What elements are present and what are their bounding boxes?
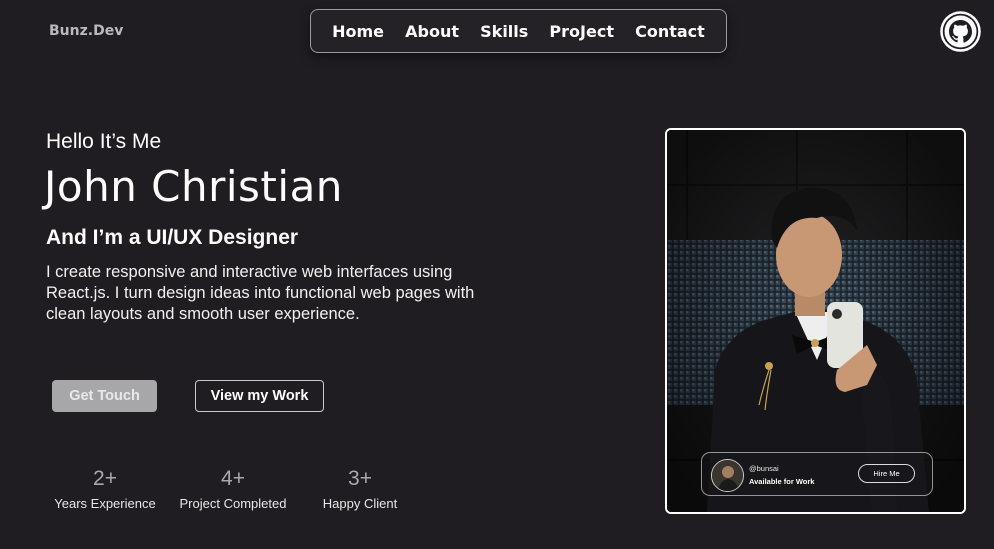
get-touch-button[interactable]: Get Touch <box>52 380 157 412</box>
stat-value: 2+ <box>93 467 117 490</box>
nav-skills[interactable]: Skills <box>480 22 528 41</box>
profile-card: @bunsai Available for Work Hire Me <box>701 452 933 496</box>
main-nav: Home About Skills ProJect Contact <box>310 9 727 53</box>
stat-value: 4+ <box>221 467 245 490</box>
profile-photo: @bunsai Available for Work Hire Me <box>665 128 966 514</box>
stat-label: Happy Client <box>322 496 398 511</box>
hero-greeting: Hello It’s Me <box>46 130 162 153</box>
stat-projects: 4+ Project Completed <box>176 467 290 511</box>
avatar <box>711 459 744 492</box>
stat-years: 2+ Years Experience <box>52 467 158 511</box>
nav-home[interactable]: Home <box>332 22 384 41</box>
hero-role: And I’m a UI/UX Designer <box>46 226 299 249</box>
stat-clients: 3+ Happy Client <box>320 467 400 511</box>
view-work-button[interactable]: View my Work <box>195 380 324 412</box>
stat-value: 3+ <box>348 467 372 490</box>
brand-logo[interactable]: Bunz.Dev <box>49 23 123 39</box>
github-icon[interactable] <box>940 11 981 52</box>
nav-project[interactable]: ProJect <box>549 22 614 41</box>
nav-contact[interactable]: Contact <box>635 22 705 41</box>
nav-about[interactable]: About <box>405 22 459 41</box>
profile-handle: @bunsai <box>749 464 779 473</box>
hero-description: I create responsive and interactive web … <box>46 263 475 323</box>
stat-label: Years Experience <box>54 496 156 511</box>
hero-name: John Christian <box>44 162 343 211</box>
availability-status: Available for Work <box>749 477 815 486</box>
stat-label: Project Completed <box>179 496 287 511</box>
hire-me-button[interactable]: Hire Me <box>858 464 915 483</box>
